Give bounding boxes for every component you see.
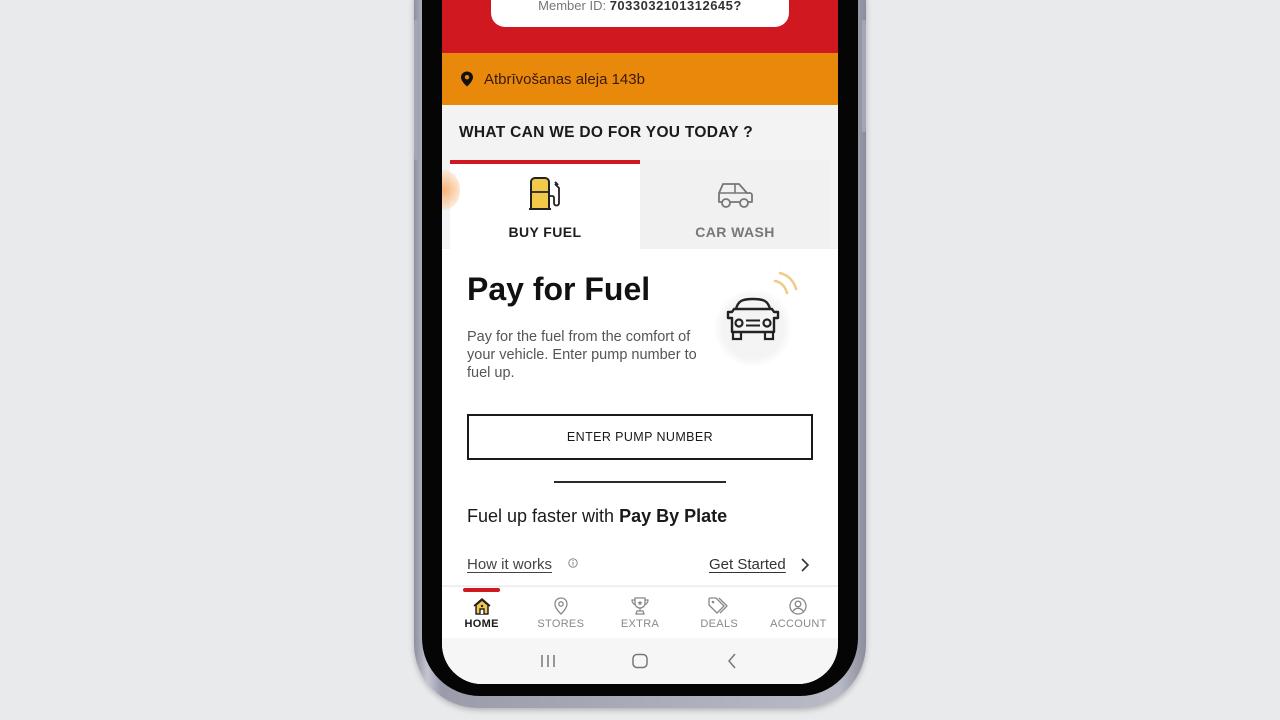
nav-stores[interactable]: STORES xyxy=(521,587,600,638)
tab-label: CAR WASH xyxy=(695,224,775,240)
nav-account[interactable]: ACCOUNT xyxy=(759,587,838,638)
store-address: Atbrīvošanas aleja 143b xyxy=(484,70,645,88)
car-signal-illustration xyxy=(708,267,818,367)
tag-icon xyxy=(708,597,728,614)
divider xyxy=(554,481,726,483)
active-tab-indicator xyxy=(463,588,500,592)
get-started-link[interactable]: Get Started xyxy=(709,556,786,573)
system-navigation-bar xyxy=(442,638,838,684)
user-circle-icon xyxy=(789,597,808,615)
nav-label: HOME xyxy=(464,618,499,630)
car-icon xyxy=(718,183,753,208)
card-title: Pay for Fuel xyxy=(467,271,651,307)
home-button-icon[interactable] xyxy=(631,653,649,669)
recents-button-icon[interactable] xyxy=(539,653,557,669)
how-it-works-link[interactable]: How it works xyxy=(467,556,552,573)
pay-by-plate-heading: Fuel up faster with Pay By Plate xyxy=(467,506,728,526)
home-icon xyxy=(473,598,491,615)
pay-for-fuel-card: Pay for Fuel Pay for the fuel from the c… xyxy=(442,249,838,585)
power-button xyxy=(862,20,866,132)
volume-button xyxy=(414,20,418,160)
nav-deals[interactable]: DEALS xyxy=(680,587,759,638)
chevron-right-icon[interactable] xyxy=(800,557,810,573)
nav-label: STORES xyxy=(537,618,585,630)
app-screen: Member ID: 7033032101312645? Atbrīvošana… xyxy=(442,0,838,684)
nav-home[interactable]: HOME xyxy=(442,587,521,638)
nav-label: DEALS xyxy=(700,618,738,630)
car-front-icon xyxy=(726,271,798,341)
member-id-label: Member ID: xyxy=(538,0,607,13)
back-button-icon[interactable] xyxy=(723,653,741,669)
location-pin-icon xyxy=(461,71,473,87)
nav-label: ACCOUNT xyxy=(770,618,827,630)
nav-extra[interactable]: EXTRA xyxy=(600,587,679,638)
map-pin-icon xyxy=(554,597,568,615)
info-icon[interactable] xyxy=(568,558,578,568)
location-bar[interactable]: Atbrīvošanas aleja 143b xyxy=(442,53,838,105)
trophy-icon xyxy=(631,597,649,615)
enter-pump-number-button[interactable]: ENTER PUMP NUMBER xyxy=(467,414,813,460)
nav-label: EXTRA xyxy=(620,618,660,630)
fuel-pump-icon xyxy=(529,177,560,210)
card-description: Pay for the fuel from the comfort of you… xyxy=(467,329,697,381)
bottom-navigation: HOME STORES EXTRA DEALS ACCOUNT xyxy=(442,586,838,638)
section-heading: WHAT CAN WE DO FOR YOU TODAY ? xyxy=(459,124,754,141)
tab-car-wash[interactable]: CAR WASH xyxy=(640,160,830,249)
member-id-value: 7033032101312645? xyxy=(609,0,742,13)
header-banner: Member ID: 7033032101312645? xyxy=(442,0,838,53)
tab-label: BUY FUEL xyxy=(508,224,582,240)
tab-buy-fuel[interactable]: BUY FUEL xyxy=(450,160,640,249)
member-card: Member ID: 7033032101312645? xyxy=(491,0,789,27)
